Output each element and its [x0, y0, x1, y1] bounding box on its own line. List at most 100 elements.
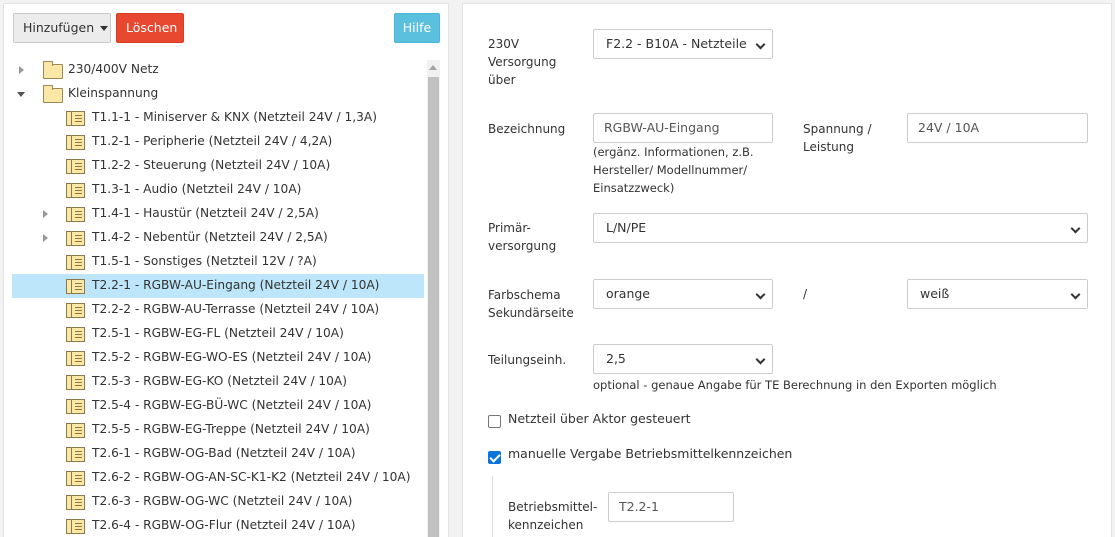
- caret-down-icon: [100, 26, 109, 31]
- equipment-id-input[interactable]: T2.2-1: [608, 492, 734, 522]
- tree-view: 230/400V Netz Kleinspannung T1.1-1 - Minis…: [12, 58, 424, 537]
- scrollbar-thumb[interactable]: [428, 77, 439, 537]
- tree-item[interactable]: T2.6-2 - RGBW-OG-AN-SC-K1-K2 (Netzteil 2…: [12, 466, 424, 490]
- tree-item-label: T2.5-1 - RGBW-EG-FL (Netzteil 24V / 10A): [92, 326, 344, 340]
- color-scheme-value-2: weiß: [920, 286, 950, 301]
- supply-via-value: F2.2 - B10A - Netzteile /: [606, 36, 755, 51]
- tree-item-label: T2.2-1 - RGBW-AU-Eingang (Netzteil 24V /…: [92, 278, 380, 292]
- document-icon: [66, 159, 85, 174]
- tree-item[interactable]: T1.2-2 - Steuerung (Netzteil 24V / 10A): [12, 154, 424, 178]
- tree-scrollbar[interactable]: [427, 60, 440, 537]
- folder-icon: [43, 61, 63, 79]
- color-scheme-select-2[interactable]: weiß: [907, 279, 1088, 309]
- help-button[interactable]: Hilfe: [394, 13, 440, 43]
- tree-item-label: 230/400V Netz: [68, 62, 159, 76]
- tree-item-label: T1.4-1 - Haustür (Netzteil 24V / 2,5A): [92, 206, 319, 220]
- expand-right-icon[interactable]: [16, 65, 26, 75]
- color-scheme-label: Farbschema Sekundärseite: [488, 288, 574, 320]
- document-icon: [66, 399, 85, 414]
- supply-via-label: 230V Versorgung über: [488, 37, 557, 87]
- tree-item-label: T1.3-1 - Audio (Netzteil 24V / 10A): [92, 182, 302, 196]
- tree-item[interactable]: T1.4-2 - Nebentür (Netzteil 24V / 2,5A): [12, 226, 424, 250]
- indent-guide: [492, 476, 493, 537]
- color-scheme-value-1: orange: [606, 286, 650, 301]
- tree-item[interactable]: T1.5-1 - Sonstiges (Netzteil 12V / ?A): [12, 250, 424, 274]
- detail-form: 230V Versorgung über F2.2 - B10A - Netzt…: [462, 3, 1112, 537]
- name-hint: (ergänz. Informationen, z.B. Hersteller/…: [593, 145, 754, 195]
- tree-item-label: T1.1-1 - Miniserver & KNX (Netzteil 24V …: [92, 110, 377, 124]
- document-icon: [66, 255, 85, 270]
- name-input[interactable]: RGBW-AU-Eingang: [593, 113, 773, 143]
- tree-item-label: T2.5-2 - RGBW-EG-WO-ES (Netzteil 24V / 1…: [92, 350, 372, 364]
- tree-item[interactable]: T2.2-2 - RGBW-AU-Terrasse (Netzteil 24V …: [12, 298, 424, 322]
- document-icon: [66, 495, 85, 510]
- actuator-checkbox[interactable]: [488, 415, 501, 428]
- expand-right-icon[interactable]: [40, 233, 50, 243]
- tree-item[interactable]: T2.6-3 - RGBW-OG-WC (Netzteil 24V / 10A): [12, 490, 424, 514]
- tree-item-label: T2.6-4 - RGBW-OG-Flur (Netzteil 24V / 10…: [92, 518, 356, 532]
- tree-item[interactable]: T1.4-1 - Haustür (Netzteil 24V / 2,5A): [12, 202, 424, 226]
- tree-item-label: T1.4-2 - Nebentür (Netzteil 24V / 2,5A): [92, 230, 328, 244]
- document-icon: [66, 471, 85, 486]
- actuator-checkbox-label[interactable]: Netzteil über Aktor gesteuert: [508, 410, 691, 428]
- expand-down-icon[interactable]: [16, 89, 26, 99]
- document-icon: [66, 519, 85, 534]
- document-icon: [66, 207, 85, 222]
- manual-id-checkbox[interactable]: [488, 451, 501, 464]
- document-icon: [66, 423, 85, 438]
- add-dropdown-button[interactable]: Hinzufügen: [13, 13, 111, 43]
- tree-item[interactable]: 230/400V Netz: [12, 58, 424, 82]
- tree-item[interactable]: T2.6-1 - RGBW-OG-Bad (Netzteil 24V / 10A…: [12, 442, 424, 466]
- tree-item-label: T2.6-3 - RGBW-OG-WC (Netzteil 24V / 10A): [92, 494, 353, 508]
- tree-item[interactable]: T2.5-5 - RGBW-EG-Treppe (Netzteil 24V / …: [12, 418, 424, 442]
- tree-item[interactable]: T2.5-3 - RGBW-EG-KO (Netzteil 24V / 10A): [12, 370, 424, 394]
- tree-item-label: T2.5-3 - RGBW-EG-KO (Netzteil 24V / 10A): [92, 374, 348, 388]
- primary-supply-select[interactable]: L/N/PE: [593, 213, 1088, 243]
- tree-item[interactable]: Kleinspannung: [12, 82, 424, 106]
- folder-icon: [43, 85, 63, 103]
- expand-right-icon[interactable]: [40, 209, 50, 219]
- color-scheme-select-1[interactable]: orange: [593, 279, 773, 309]
- scroll-up-icon[interactable]: [429, 65, 437, 70]
- tree-item-label: T2.5-4 - RGBW-EG-BÜ-WC (Netzteil 24V / 1…: [92, 398, 372, 412]
- color-separator: /: [803, 287, 808, 301]
- tree-item[interactable]: T2.6-4 - RGBW-OG-Flur (Netzteil 24V / 10…: [12, 514, 424, 537]
- document-icon: [66, 447, 85, 462]
- tree-item-label: Kleinspannung: [68, 86, 159, 100]
- left-panel: Hinzufügen Löschen Hilfe 230/400V Netz Kl…: [3, 3, 449, 537]
- division-value: 2,5: [606, 351, 626, 366]
- document-icon: [66, 183, 85, 198]
- tree-item[interactable]: T2.5-4 - RGBW-EG-BÜ-WC (Netzteil 24V / 1…: [12, 394, 424, 418]
- tree-item[interactable]: T1.3-1 - Audio (Netzteil 24V / 10A): [12, 178, 424, 202]
- tree-item-label: T2.5-5 - RGBW-EG-Treppe (Netzteil 24V / …: [92, 422, 370, 436]
- tree-item[interactable]: T1.1-1 - Miniserver & KNX (Netzteil 24V …: [12, 106, 424, 130]
- tree-item[interactable]: T1.2-1 - Peripherie (Netzteil 24V / 4,2A…: [12, 130, 424, 154]
- manual-id-checkbox-label[interactable]: manuelle Vergabe Betriebsmittelkennzeich…: [508, 445, 792, 463]
- supply-via-select[interactable]: F2.2 - B10A - Netzteile /: [593, 29, 773, 59]
- division-label: Teilungseinh.: [488, 353, 567, 367]
- division-hint: optional - genaue Angabe für TE Berechnu…: [593, 378, 997, 392]
- tree-item-label: T1.2-1 - Peripherie (Netzteil 24V / 4,2A…: [92, 134, 333, 148]
- document-icon: [66, 111, 85, 126]
- voltage-input[interactable]: 24V / 10A: [907, 113, 1088, 143]
- document-icon: [66, 327, 85, 342]
- document-icon: [66, 231, 85, 246]
- equipment-id-label: Betriebsmittel-kennzeichen: [508, 500, 598, 532]
- division-select[interactable]: 2,5: [593, 344, 773, 374]
- primary-supply-label: Primär-versorgung: [488, 221, 557, 253]
- tree-item-label: T1.2-2 - Steuerung (Netzteil 24V / 10A): [92, 158, 331, 172]
- voltage-label: Spannung / Leistung: [803, 122, 872, 154]
- tree-item[interactable]: T2.5-1 - RGBW-EG-FL (Netzteil 24V / 10A): [12, 322, 424, 346]
- tree-item-label: T2.2-2 - RGBW-AU-Terrasse (Netzteil 24V …: [92, 302, 380, 316]
- tree-item-label: T2.6-1 - RGBW-OG-Bad (Netzteil 24V / 10A…: [92, 446, 356, 460]
- document-icon: [66, 279, 85, 294]
- document-icon: [66, 303, 85, 318]
- document-icon: [66, 375, 85, 390]
- primary-supply-value: L/N/PE: [606, 220, 647, 235]
- document-icon: [66, 351, 85, 366]
- tree-item[interactable]: T2.2-1 - RGBW-AU-Eingang (Netzteil 24V /…: [12, 274, 424, 298]
- tree-item[interactable]: T2.5-2 - RGBW-EG-WO-ES (Netzteil 24V / 1…: [12, 346, 424, 370]
- tree-item-label: T1.5-1 - Sonstiges (Netzteil 12V / ?A): [92, 254, 317, 268]
- document-icon: [66, 135, 85, 150]
- delete-button[interactable]: Löschen: [116, 13, 184, 43]
